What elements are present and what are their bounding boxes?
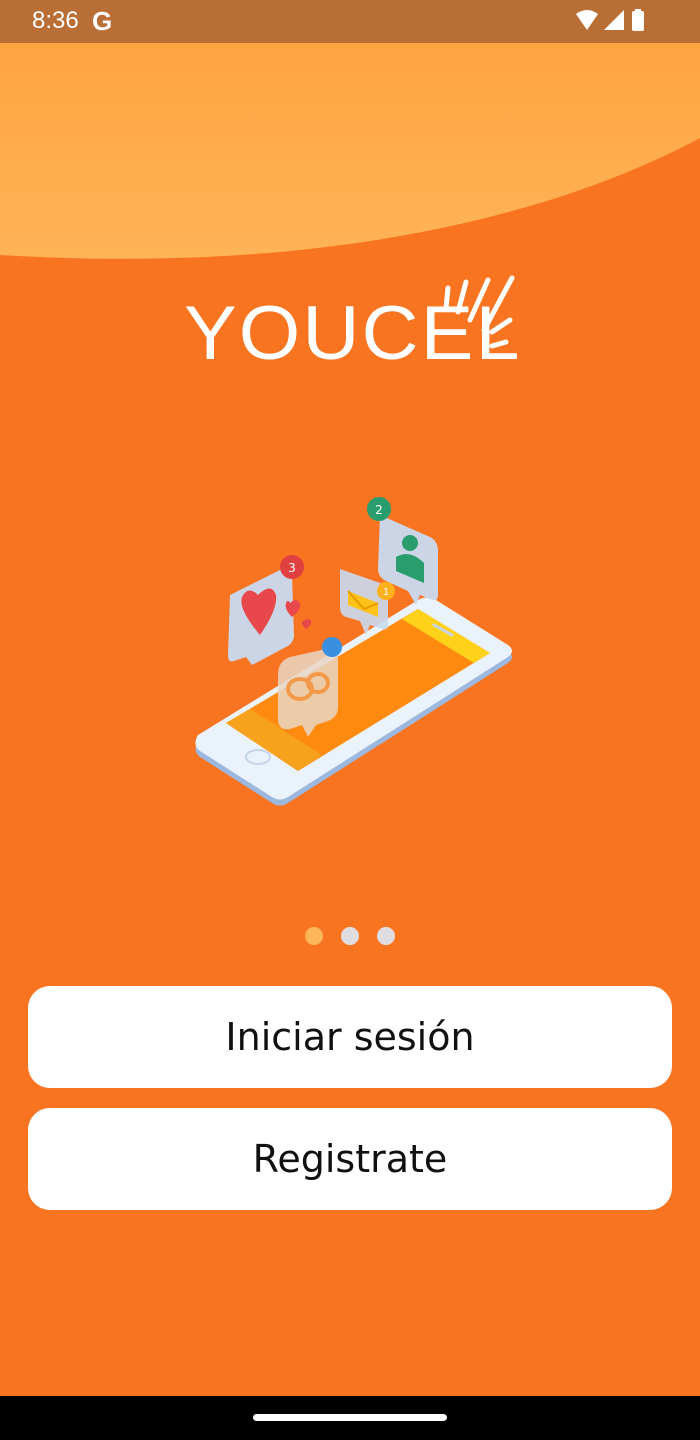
logo-text: YOUCEL xyxy=(184,291,522,376)
svg-text:1: 1 xyxy=(383,587,389,598)
home-indicator[interactable] xyxy=(253,1414,447,1421)
register-button[interactable]: Registrate xyxy=(28,1108,672,1210)
youcel-logo: YOUCEL xyxy=(180,270,520,400)
welcome-screen: 8:36 G YOUCEL 3 2 1 Iniciar sesión Regis… xyxy=(0,0,700,1440)
wifi-icon xyxy=(576,10,598,30)
login-button[interactable]: Iniciar sesión xyxy=(28,986,672,1088)
svg-text:2: 2 xyxy=(375,503,383,517)
status-icons xyxy=(576,9,644,31)
status-bar: 8:36 G xyxy=(0,0,700,43)
status-time: 8:36 xyxy=(32,7,79,34)
page-dot-2[interactable] xyxy=(341,927,359,945)
page-dot-1[interactable] xyxy=(305,927,323,945)
battery-icon xyxy=(632,11,644,31)
header-wave xyxy=(0,43,700,259)
google-icon: G xyxy=(92,6,113,36)
phone-social-illustration: 3 2 1 xyxy=(195,497,512,806)
heart-bubble-icon: 3 xyxy=(228,555,312,665)
page-indicator xyxy=(0,927,700,947)
navigation-bar xyxy=(0,1396,700,1440)
signal-icon xyxy=(604,10,624,30)
svg-text:3: 3 xyxy=(288,561,296,575)
page-dot-3[interactable] xyxy=(377,927,395,945)
